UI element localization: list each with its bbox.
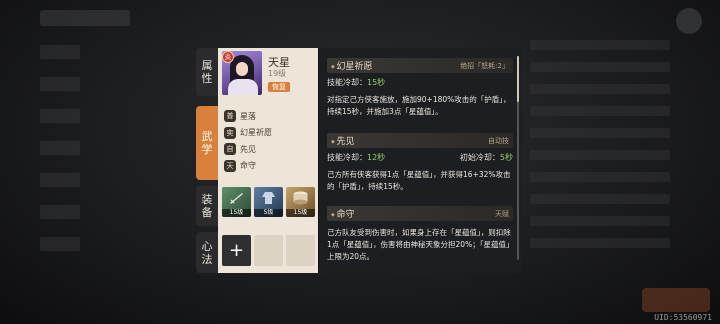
skill-list: 普 星落 奕 幻星祈愿 自 先见 天 命守 (224, 108, 314, 174)
equipment-row: 15级 5级 15级 (222, 187, 315, 217)
hero-role-tag: 恢复 (268, 82, 290, 92)
skill-detail-title: 先见 (331, 134, 354, 147)
skill-detail-header: 幻星祈愿 绝招「怒耗:2」 (327, 58, 513, 73)
skill-name: 先见 (240, 144, 256, 154)
equipment-slot[interactable]: 15级 (222, 187, 251, 217)
background-avatar (676, 8, 702, 34)
tab-label: 学 (201, 143, 213, 156)
hero-summary: 炎 天星 19级 恢复 普 星落 奕 幻星祈愿 自 先见 天 命守 15级 5级… (218, 48, 318, 273)
skill-item[interactable]: 奕 幻星祈愿 (224, 125, 314, 142)
tab-martial-arts[interactable]: 武 学 (196, 106, 218, 180)
add-heart-method-button[interactable]: + (222, 235, 251, 266)
skill-detail-section: 命守 天赋 己方队友受到伤害时，如果身上存在「星蕴值」，则扣除1点「星蕴值」，伤… (327, 206, 513, 263)
side-tabs: 属 性 武 学 装 备 心 法 (196, 48, 218, 273)
skill-name: 命守 (240, 161, 256, 171)
hero-level: 19级 (268, 69, 287, 78)
cooldown-label: 技能冷却： (327, 78, 367, 87)
skill-item[interactable]: 普 星落 (224, 108, 314, 125)
robe-icon (262, 192, 275, 204)
equipment-slot[interactable]: 15级 (286, 187, 315, 217)
skill-type-icon: 自 (224, 143, 236, 156)
skill-item[interactable]: 自 先见 (224, 141, 314, 158)
background-list (40, 45, 80, 269)
skill-detail-tag: 天赋 (495, 209, 509, 218)
initial-cooldown-label: 初始冷却： (459, 153, 500, 162)
skill-description: 对指定己方侠客施放，施加90+180%攻击的「护盾」，持续15秒，并施加3点「星… (327, 95, 511, 116)
sword-icon (230, 193, 243, 204)
equipment-level: 15级 (222, 209, 251, 217)
skill-detail-section: 先见 自动技 技能冷却： 12秒 初始冷却： 5秒 己方所有侠客获得1点「星蕴值… (327, 133, 513, 193)
cooldown-value: 15秒 (367, 78, 386, 87)
tab-label: 装 (201, 193, 213, 206)
skill-detail-title: 命守 (331, 207, 354, 220)
hero-detail-panel: 属 性 武 学 装 备 心 法 炎 天星 19级 恢复 普 星落 奕 幻星祈愿 … (196, 48, 522, 273)
skill-item[interactable]: 天 命守 (224, 158, 314, 175)
empty-heart-slot[interactable] (254, 235, 283, 266)
hero-portrait[interactable]: 炎 (222, 51, 262, 95)
skill-name: 幻星祈愿 (240, 128, 272, 138)
element-badge: 炎 (222, 51, 234, 63)
heart-method-row: + (222, 235, 315, 266)
tab-equipment[interactable]: 装 备 (196, 186, 218, 226)
tab-label: 备 (201, 206, 213, 219)
uid-label: UID:53560971 (654, 313, 712, 322)
tab-label: 性 (201, 72, 213, 85)
skill-name: 星落 (240, 111, 256, 121)
skill-type-icon: 天 (224, 159, 236, 172)
skill-cooldown-row: 技能冷却： 12秒 初始冷却： 5秒 (327, 152, 513, 163)
skill-description: 己方所有侠客获得1点「星蕴值」，并获得16+32%攻击的「护盾」，持续15秒。 (327, 170, 511, 191)
skill-detail-header: 命守 天赋 (327, 206, 513, 221)
skill-detail-header: 先见 自动技 (327, 133, 513, 148)
background-stats (530, 40, 670, 260)
tab-label: 属 (201, 59, 213, 72)
skill-cooldown-row: 技能冷却： 15秒 (327, 77, 513, 88)
skill-description: 己方队友受到伤害时，如果身上存在「星蕴值」，则扣除1点「星蕴值」，伤害将由神秘天… (327, 228, 511, 261)
tab-label: 武 (201, 130, 213, 143)
tab-label: 法 (201, 252, 213, 266)
background-action-button (642, 288, 710, 312)
tab-heart-method[interactable]: 心 法 (196, 232, 218, 273)
tab-attributes[interactable]: 属 性 (196, 48, 218, 96)
drum-icon (293, 191, 308, 205)
skill-detail-section: 幻星祈愿 绝招「怒耗:2」 技能冷却： 15秒 对指定己方侠客施放，施加90+1… (327, 58, 513, 118)
skill-detail-tag: 自动技 (488, 136, 509, 145)
skill-detail-tag: 绝招「怒耗:2」 (460, 61, 509, 70)
skill-type-icon: 普 (224, 110, 236, 123)
cooldown-value: 12秒 (367, 153, 386, 162)
skill-detail-panel[interactable]: 幻星祈愿 绝招「怒耗:2」 技能冷却： 15秒 对指定己方侠客施放，施加90+1… (318, 48, 522, 273)
background-title (40, 10, 130, 26)
scrollbar-thumb[interactable] (517, 56, 519, 102)
cooldown-label: 技能冷却： (327, 153, 367, 162)
empty-heart-slot[interactable] (286, 235, 315, 266)
equipment-level: 5级 (254, 209, 283, 217)
equipment-slot[interactable]: 5级 (254, 187, 283, 217)
initial-cooldown-value: 5秒 (499, 153, 513, 162)
tab-label: 心 (201, 239, 213, 253)
skill-detail-title: 幻星祈愿 (331, 59, 372, 72)
skill-type-icon: 奕 (224, 126, 236, 139)
equipment-level: 15级 (286, 209, 315, 217)
